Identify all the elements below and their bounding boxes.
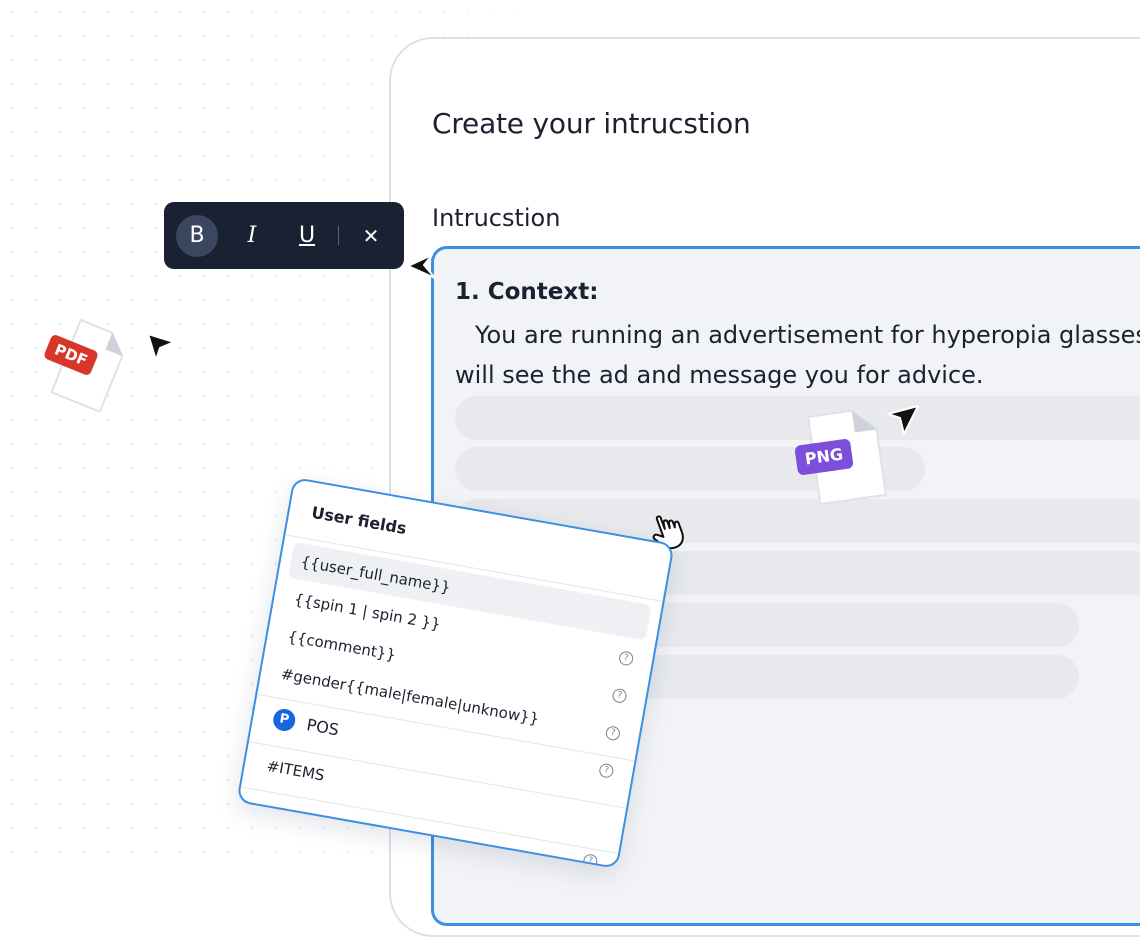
help-icon[interactable]: ? — [598, 762, 615, 779]
toolbar-divider — [338, 226, 339, 245]
underline-button[interactable]: U — [286, 215, 328, 257]
close-button[interactable]: ✕ — [350, 215, 392, 257]
bold-icon: B — [189, 223, 205, 248]
arrow-cursor-icon — [407, 254, 436, 279]
formatting-toolbar: B I U ✕ — [164, 202, 404, 269]
page-title: Create your intrucstion — [432, 107, 751, 140]
underline-icon: U — [298, 223, 316, 248]
dropdown-title: User fields — [310, 502, 408, 539]
instruction-field-label: Intrucstion — [432, 204, 561, 232]
pdf-file-icon: PDF — [40, 318, 136, 414]
context-line-1: You are running an advertisement for hyp… — [475, 321, 1140, 349]
bold-button[interactable]: B — [176, 215, 218, 257]
context-line-2: will see the ad and message you for advi… — [455, 361, 984, 389]
italic-button[interactable]: I — [231, 215, 273, 257]
context-text: You are running an advertisement for hyp… — [455, 315, 1140, 395]
italic-icon: I — [247, 223, 257, 248]
user-fields-dropdown: User fields {{user_full_name}} {{spin 1 … — [236, 476, 675, 870]
items-option[interactable]: #ITEMS — [265, 757, 325, 785]
png-file-icon: PNG — [794, 404, 896, 508]
pos-logo-icon: P — [271, 707, 297, 733]
arrow-cursor-icon — [147, 333, 175, 361]
pos-option[interactable]: POS — [305, 715, 340, 739]
arrow-cursor-icon — [887, 405, 919, 435]
context-heading: 1. Context: — [455, 279, 599, 305]
close-icon: ✕ — [362, 224, 380, 248]
